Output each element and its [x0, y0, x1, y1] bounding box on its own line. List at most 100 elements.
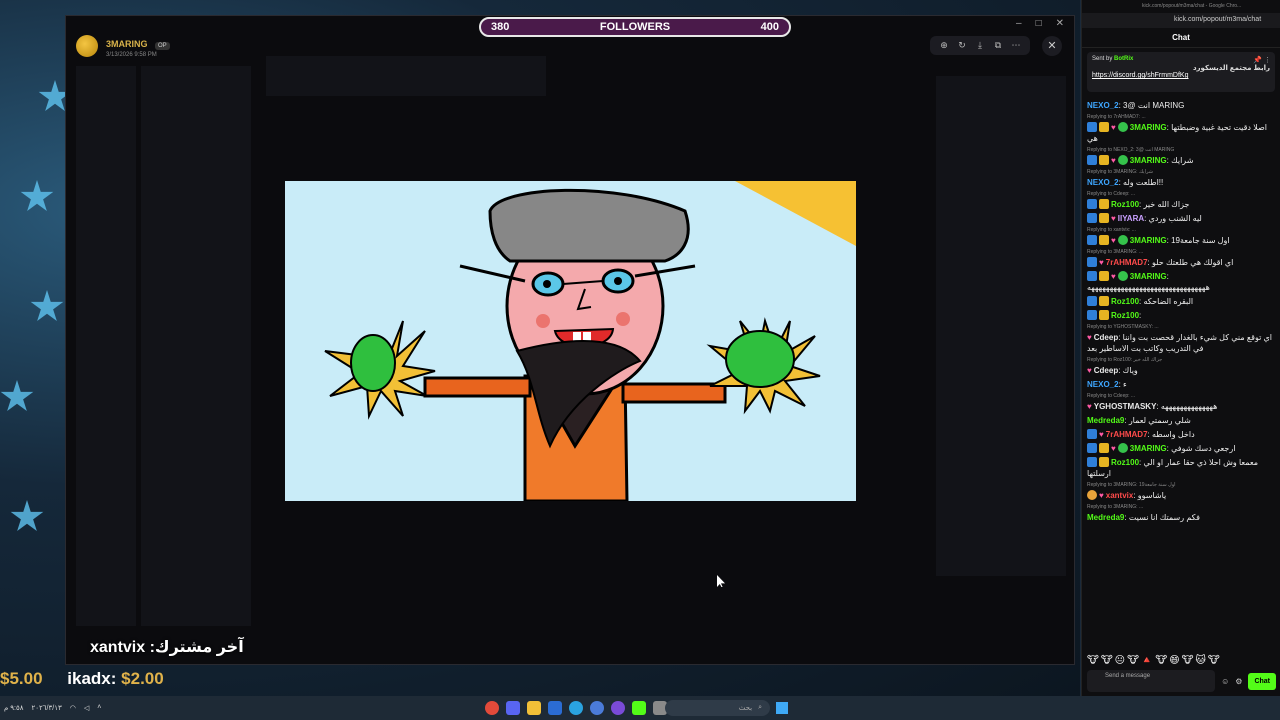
taskbar-search[interactable]: بحث ⌕: [665, 700, 770, 716]
start-button[interactable]: [776, 702, 788, 714]
heart-badge-icon: ♥: [1111, 123, 1116, 132]
maximize-icon[interactable]: □: [1036, 18, 1042, 29]
chat-message[interactable]: Roz100:: [1087, 310, 1275, 321]
chat-message[interactable]: Medreda9: شلي رسمتي لعمار: [1087, 415, 1275, 426]
zoom-icon[interactable]: ⊕: [938, 40, 950, 51]
chrome-icon[interactable]: [485, 701, 499, 715]
blue-badge-icon: [1087, 257, 1097, 267]
chat-message[interactable]: ♥ 7rAHMAD7: اي اقولك هي طلعتك حلو: [1087, 257, 1275, 268]
rotate-icon[interactable]: ↻: [956, 40, 968, 51]
close-window-icon[interactable]: ✕: [1056, 18, 1064, 29]
emote-bar[interactable]: 🐮🐮😐🐮🔺🐮😄🐮🐱🐮: [1087, 655, 1222, 666]
star-decoration: [10, 500, 44, 531]
chat-message[interactable]: NEXO_2: 3@ انت MARING: [1087, 100, 1275, 111]
search-placeholder: بحث: [738, 705, 753, 712]
chat-message[interactable]: Roz100: البقره الضاحكه: [1087, 296, 1275, 307]
donation-user: ikadx:: [67, 669, 117, 688]
reply-context: Replying to 3MARING: شرايك: [1087, 169, 1153, 175]
chat-message[interactable]: ♥ 3MARING: اول سنة جامعة19: [1087, 235, 1275, 246]
search-icon: ⌕: [758, 704, 762, 711]
chat-username[interactable]: NEXO_2: [1087, 178, 1119, 187]
blue-badge-icon: [1087, 122, 1097, 132]
open-icon[interactable]: ⧉: [992, 40, 1004, 51]
chat-username[interactable]: Roz100: [1111, 458, 1139, 467]
reply-context: Replying to 3MARING: اول سنة جامعة19: [1087, 482, 1176, 488]
chat-username[interactable]: 3MARING: [1130, 272, 1167, 281]
gold-badge-icon: [1099, 235, 1109, 245]
chat-message[interactable]: ♥ IIYARA: ليه الشنب وردي: [1087, 213, 1275, 224]
chat-message[interactable]: NEXO_2: ء: [1087, 379, 1275, 390]
chat-username[interactable]: 3MARING: [1130, 123, 1167, 132]
obs-icon[interactable]: [611, 701, 625, 715]
reply-context: Replying to NEXO_2: 3@ انت MARING: [1087, 147, 1175, 153]
chat-username[interactable]: xantvix: [1106, 491, 1134, 500]
photos-icon[interactable]: [548, 701, 562, 715]
pin-icon[interactable]: 📌 ⋮: [1253, 56, 1271, 64]
chevron-up-icon[interactable]: ˄: [97, 704, 101, 712]
colon: :: [1166, 272, 1169, 281]
op-badge: OP: [154, 42, 170, 50]
chat-username[interactable]: 3MARING: [1130, 156, 1167, 165]
emoji-icon[interactable]: ☺: [1221, 677, 1229, 686]
gold-badge-icon: [1099, 271, 1109, 281]
chat-text: شرايك: [1171, 156, 1194, 165]
chat-username[interactable]: NEXO_2: [1087, 101, 1119, 110]
app-icon[interactable]: [590, 701, 604, 715]
blue-badge-icon: [1087, 271, 1097, 281]
reply-context: Replying to 7rAHMAD7: ...: [1087, 114, 1146, 120]
chat-message[interactable]: ♥ Cdeep: وياك: [1087, 365, 1275, 376]
chat-username[interactable]: Roz100: [1111, 297, 1139, 306]
url-bar[interactable]: kick.com/popout/m3ma/chat: [1082, 13, 1280, 28]
chat-message[interactable]: NEXO_2: اطلعت وله!!: [1087, 177, 1275, 188]
chat-username[interactable]: Roz100: [1111, 311, 1139, 320]
chat-username[interactable]: IIYARA: [1118, 214, 1144, 223]
chat-message[interactable]: ♥ 3MARING: هههههههههههههههههههههههههههههه…: [1087, 271, 1275, 293]
download-icon[interactable]: ⤓: [974, 40, 986, 51]
chat-username[interactable]: Medreda9: [1087, 513, 1124, 522]
discord-icon[interactable]: [506, 701, 520, 715]
minimize-icon[interactable]: –: [1016, 18, 1022, 29]
chat-username[interactable]: Roz100: [1111, 200, 1139, 209]
telegram-icon[interactable]: [569, 701, 583, 715]
pinned-link[interactable]: https://discord.gg/shFrmmDfKg: [1092, 72, 1270, 79]
chat-username[interactable]: 7rAHMAD7: [1106, 258, 1148, 267]
pinned-sender: Sent by BotRix: [1092, 56, 1134, 62]
chat-message[interactable]: ♥ 3MARING: شرايك: [1087, 155, 1275, 166]
poster-name[interactable]: 3MARING: [106, 39, 148, 49]
taskbar-apps: [485, 701, 667, 715]
volume-icon[interactable]: ◁: [84, 704, 89, 712]
chat-message[interactable]: ♥ 3MARING: اصلا دقيت تحية غبية وضبطتها هي: [1087, 122, 1275, 144]
chat-username[interactable]: Medreda9: [1087, 416, 1124, 425]
chat-text: ههههههههههههههههههههههههههههههههه: [1087, 283, 1210, 292]
chat-message[interactable]: Roz100: معمعا وش احلا ذي حقا عمار او الي…: [1087, 457, 1275, 479]
kick-icon[interactable]: [632, 701, 646, 715]
chat-username[interactable]: NEXO_2: [1087, 380, 1119, 389]
more-icon[interactable]: ⋯: [1010, 40, 1022, 51]
chat-message[interactable]: ♥ Cdeep: اي توقع مني كل شيء بالغدار قحصت …: [1087, 332, 1275, 354]
chat-username[interactable]: 7rAHMAD7: [1106, 430, 1148, 439]
settings-icon[interactable]: ⚙: [1235, 677, 1242, 686]
folder-icon[interactable]: [527, 701, 541, 715]
drawing-image[interactable]: [285, 181, 856, 501]
chat-send-button[interactable]: Chat: [1248, 672, 1276, 690]
chat-message[interactable]: ♥ xantvix: ياشاسوو: [1087, 490, 1275, 501]
blue-badge-icon: [1087, 199, 1097, 209]
chat-username[interactable]: 3MARING: [1130, 236, 1167, 245]
avatar[interactable]: [76, 35, 98, 57]
chat-message[interactable]: Medreda9: فكم رسمتك انا نسيت: [1087, 512, 1275, 523]
chat-username[interactable]: 3MARING: [1130, 444, 1167, 453]
chat-message[interactable]: Roz100: جزاك الله خير: [1087, 199, 1275, 210]
chat-username[interactable]: Cdeep: [1094, 366, 1118, 375]
reply-context: Replying to xantvix: ...: [1087, 227, 1136, 233]
chat-username[interactable]: Cdeep: [1094, 333, 1118, 342]
chat-input[interactable]: Send a message: [1087, 670, 1216, 692]
chat-message[interactable]: ♥ 3MARING: ارجعي دسك شوفي: [1087, 443, 1275, 454]
chat-message[interactable]: ♥ YGHOSTMASKY: ههههههههههههههه: [1087, 401, 1275, 412]
close-icon[interactable]: ✕: [1042, 36, 1062, 56]
chat-username[interactable]: YGHOSTMASKY: [1094, 402, 1157, 411]
heart-badge-icon: ♥: [1111, 444, 1116, 453]
chat-message[interactable]: ♥ 7rAHMAD7: داخل واسطه: [1087, 429, 1275, 440]
wifi-icon[interactable]: ◠: [70, 704, 76, 712]
green-badge-icon: [1117, 271, 1128, 281]
followers-label: FOLLOWERS: [599, 21, 671, 33]
